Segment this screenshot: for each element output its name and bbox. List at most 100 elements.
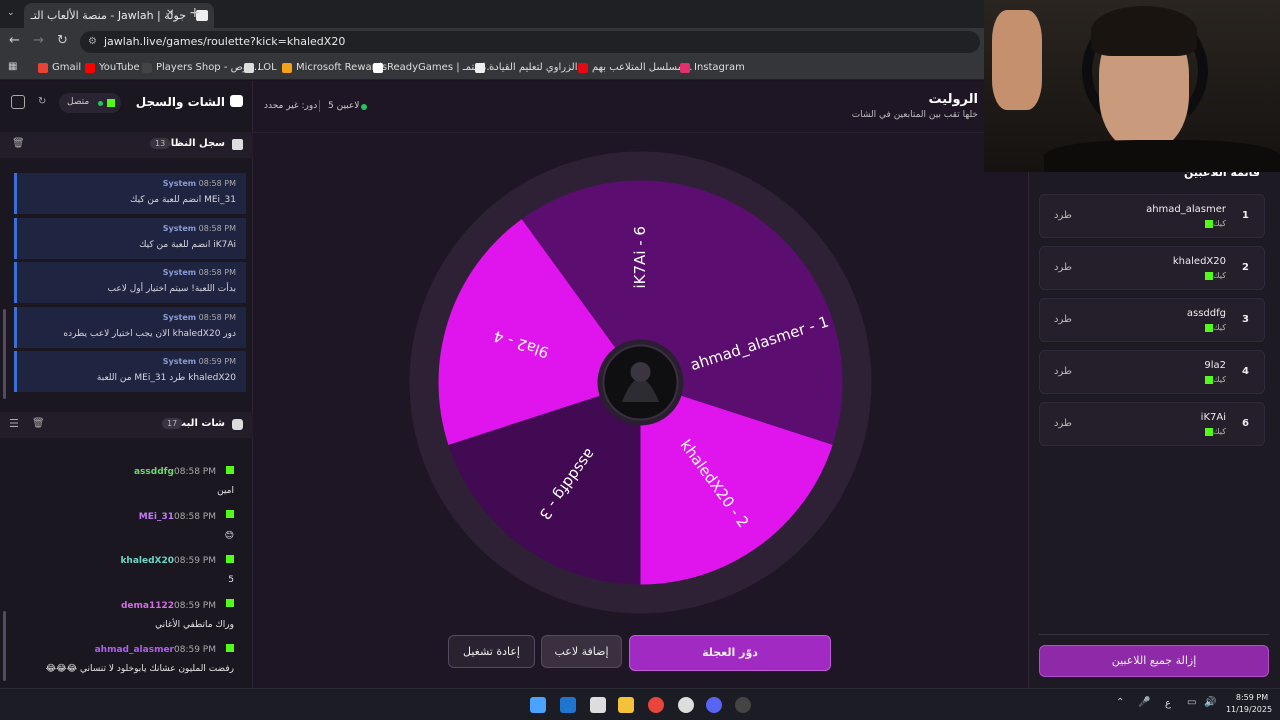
bookmark-favicon-icon xyxy=(282,63,292,73)
log-author: System xyxy=(162,268,197,277)
collapse-panel-icon[interactable] xyxy=(11,95,25,109)
kick-player-button[interactable]: طرد xyxy=(1054,314,1072,325)
bookmark-item[interactable]: YouTube xyxy=(85,60,140,76)
new-tab-button[interactable]: + xyxy=(189,5,201,21)
roulette-area: الروليت خلها تقب بين المتابعين في الشات … xyxy=(253,81,1028,688)
connection-status-badge: متصل xyxy=(59,93,121,113)
log-text: بدأت اللعبة! سيتم اختيار أول لاعب xyxy=(107,284,237,294)
log-time: 08:58 PM xyxy=(198,268,236,277)
chat-message: MEi_3108:58 PM 😊 xyxy=(139,504,234,541)
close-tab-icon[interactable]: ✕ xyxy=(166,8,174,19)
volume-icon[interactable]: 🔊 xyxy=(1204,697,1216,708)
roulette-wheel[interactable]: ahmad_alasmer - 1khaledX20 - 2assddfg - … xyxy=(408,150,873,615)
chat-username[interactable]: assddfg xyxy=(134,467,174,477)
kick-player-button[interactable]: طرد xyxy=(1054,418,1072,429)
log-text: MEi_31 انضم للعبة من كيك xyxy=(129,195,236,205)
network-icon[interactable]: ▭ xyxy=(1187,697,1196,708)
mic-icon[interactable]: 🎤 xyxy=(1138,697,1150,708)
player-name: assddfg xyxy=(1186,308,1226,319)
kick-icon xyxy=(1205,271,1214,280)
reload-icon[interactable]: ↻ xyxy=(57,33,68,48)
refresh-icon[interactable]: ↻ xyxy=(38,96,46,107)
chrome-icon[interactable] xyxy=(648,697,664,713)
chat-icon xyxy=(232,419,243,430)
language-indicator[interactable]: ع xyxy=(1165,698,1171,709)
sort-icon[interactable]: ☰ xyxy=(9,417,19,430)
url-field[interactable]: ⚙ jawlah.live/games/roulette?kick=khaledX… xyxy=(80,31,980,53)
player-name: khaledX20 xyxy=(1172,256,1226,267)
stream-chat-title: شات البث xyxy=(176,418,225,429)
chat-message: khaledX2008:59 PM 5 xyxy=(120,548,234,585)
kick-player-button[interactable]: طرد xyxy=(1054,262,1072,273)
bookmark-item[interactable]: الزراوي لتعليم القيادة... xyxy=(475,60,587,76)
log-time: 08:58 PM xyxy=(198,179,236,188)
clock-date[interactable]: 11/19/2025 xyxy=(1225,705,1273,714)
player-index: 2 xyxy=(1242,262,1249,273)
player-source: كيك xyxy=(1202,323,1226,332)
chat-username[interactable]: MEi_31 xyxy=(139,512,174,522)
chat-scrollbar[interactable] xyxy=(3,611,6,681)
player-name: iK7Ai xyxy=(1200,412,1226,423)
folder-icon[interactable] xyxy=(618,697,634,713)
kick-player-button[interactable]: طرد xyxy=(1054,210,1072,221)
kick-icon xyxy=(226,599,234,607)
chat-username[interactable]: khaledX20 xyxy=(120,556,174,566)
log-time: 08:59 PM xyxy=(198,357,236,366)
bookmark-favicon-icon xyxy=(38,63,48,73)
divider xyxy=(319,100,320,112)
obs-icon[interactable] xyxy=(735,697,751,713)
chat-username[interactable]: ahmad_alasmer xyxy=(95,645,174,655)
log-scrollbar[interactable] xyxy=(3,309,6,399)
bookmark-item[interactable]: مسلسل المتلاعب بهم... xyxy=(578,60,692,76)
system-log-item: System 08:58 PM بدأت اللعبة! سيتم اختيار … xyxy=(14,262,246,303)
player-source: كيك xyxy=(1202,375,1226,384)
bookmark-item[interactable]: Instagram xyxy=(680,60,745,76)
game-header: الروليت خلها تقب بين المتابعين في الشات … xyxy=(253,81,1028,133)
store-icon[interactable] xyxy=(590,697,606,713)
tab-search-icon[interactable]: ⌄ xyxy=(7,8,19,20)
bookmark-favicon-icon xyxy=(244,63,254,73)
bookmark-item[interactable]: Players Shop - توص... xyxy=(142,60,260,76)
live-dot-icon xyxy=(361,104,367,110)
reset-button[interactable]: إعادة تشغيل xyxy=(448,635,535,668)
apps-icon[interactable]: ▦ xyxy=(8,61,17,72)
chat-bubble-icon xyxy=(230,95,243,107)
bookmark-item[interactable]: Gmail xyxy=(38,60,81,76)
clear-all-players-button[interactable]: إزالة جميع اللاعبين xyxy=(1039,645,1269,677)
chat-text: رفضت المليون عشانك يابوخلود لا تنساني 😂😂… xyxy=(45,664,234,674)
xbox-icon[interactable] xyxy=(678,697,694,713)
discord-icon[interactable] xyxy=(706,697,722,713)
chat-time: 08:59 PM xyxy=(174,556,216,566)
log-author: System xyxy=(162,223,197,233)
add-player-button[interactable]: إضافة لاعب xyxy=(541,635,622,668)
back-icon[interactable]: ← xyxy=(9,33,20,48)
spin-wheel-button[interactable]: دوّر العجلة xyxy=(629,635,831,671)
chat-username[interactable]: dema1122 xyxy=(121,601,174,611)
log-time: 08:58 PM xyxy=(198,223,236,233)
player-count: 5 لاعبين xyxy=(328,101,360,111)
player-source: كيك xyxy=(1202,219,1226,228)
delete-log-icon[interactable]: 🗑 xyxy=(12,138,25,149)
stream-chat-count: 17 xyxy=(162,418,183,429)
chat-log-panel: الشات والسجل متصل ↻ سجل النظام 13 🗑 Syst… xyxy=(0,81,253,688)
system-log-header: سجل النظام 13 🗑 xyxy=(0,132,253,158)
info-icon xyxy=(232,139,243,150)
player-source: كيك xyxy=(1202,271,1226,280)
forward-icon[interactable]: → xyxy=(33,33,44,48)
outlook-icon[interactable] xyxy=(560,697,576,713)
wheel-slice-label: iK7Ai - 6 xyxy=(631,226,649,288)
windows-start-icon[interactable] xyxy=(530,697,546,713)
bookmark-item[interactable]: Microsoft Rewards xyxy=(282,60,387,76)
kick-icon xyxy=(226,643,234,652)
bookmark-favicon-icon xyxy=(373,63,383,73)
tray-chevron-icon[interactable]: ⌃ xyxy=(1116,697,1124,708)
player-source: كيك xyxy=(1202,427,1226,436)
clock-time[interactable]: 8:59 PM xyxy=(1232,693,1272,702)
browser-tab[interactable]: جولة | Jawlah - منصة الألعاب التـ xyxy=(24,3,214,28)
delete-chat-icon[interactable]: 🗑 xyxy=(32,418,45,429)
site-info-icon[interactable]: ⚙ xyxy=(88,31,97,53)
chat-text: امين xyxy=(217,486,234,496)
kick-player-button[interactable]: طرد xyxy=(1054,366,1072,377)
bookmark-item[interactable]: LOL xyxy=(244,60,277,76)
system-log-item: System 08:59 PM khaledX20 طرد MEi_31 من ا… xyxy=(14,351,246,392)
